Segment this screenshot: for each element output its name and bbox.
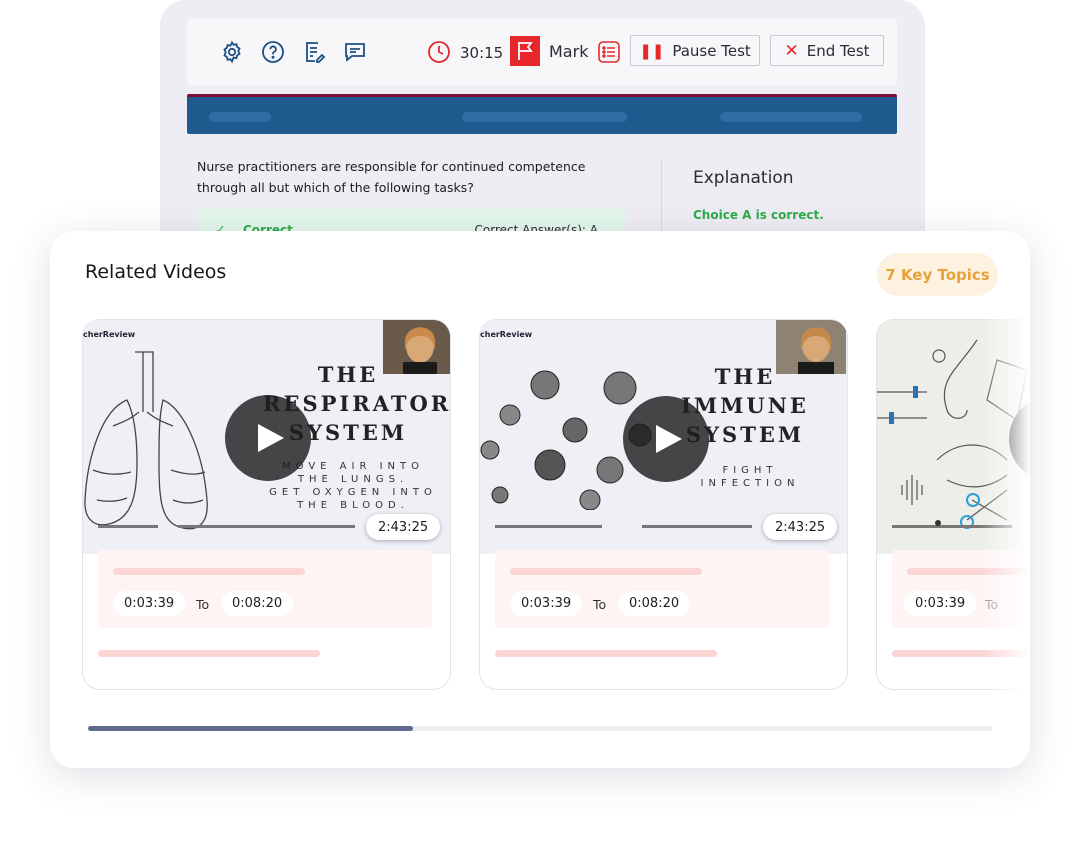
video-thumbnail[interactable]: cherReview THE IMMUNE SYSTEM FIGHT INFEC…: [480, 320, 847, 554]
end-test-button[interactable]: ✕ End Test: [770, 35, 884, 66]
segment-end[interactable]: 0:08:20: [618, 591, 691, 616]
segment-to-label: To: [196, 597, 210, 612]
pause-icon: ❚❚: [639, 41, 665, 60]
explanation-title: Explanation: [693, 168, 794, 188]
nav-pill: [209, 112, 271, 122]
progress-track[interactable]: [495, 525, 602, 528]
clock-icon: [427, 40, 451, 64]
segment-start[interactable]: 0:03:39: [510, 591, 583, 616]
segment-label-placeholder: [113, 568, 305, 575]
close-icon: ✕: [784, 40, 799, 61]
segment-start[interactable]: 0:03:39: [113, 591, 186, 616]
caption-placeholder: [495, 650, 717, 657]
segment-to-label: To: [593, 597, 607, 612]
progress-track[interactable]: [178, 525, 355, 528]
video-card[interactable]: cherReview THE RESPIRATORY SYSTEM MOVE A…: [82, 319, 451, 690]
video-duration: 2:43:25: [763, 514, 838, 540]
pause-test-button[interactable]: ❚❚ Pause Test: [630, 35, 760, 66]
nav-pill: [720, 112, 862, 122]
nav-pill: [462, 112, 627, 122]
segment-range: 0:03:39 To 0:08:20: [495, 550, 829, 628]
progress-track[interactable]: [642, 525, 752, 528]
play-button[interactable]: [225, 395, 311, 481]
brand-logo: cherReview: [480, 330, 533, 339]
segment-start[interactable]: 0:03:39: [904, 591, 977, 616]
related-videos-panel: Related Videos 7 Key Topics cherReview T…: [50, 231, 1030, 768]
timer: 30:15: [460, 44, 504, 62]
edge-fade: [980, 311, 1030, 711]
segment-end[interactable]: 0:08:20: [221, 591, 294, 616]
caption-placeholder: [98, 650, 320, 657]
list-icon[interactable]: [597, 40, 621, 64]
play-button[interactable]: [623, 396, 709, 482]
mark-flag-button[interactable]: [510, 36, 540, 66]
segment-range: 0:03:39 To 0:08:20: [98, 550, 432, 628]
video-duration: 2:43:25: [366, 514, 441, 540]
brand-logo: cherReview: [83, 330, 136, 339]
question-text: Nurse practitioners are responsible for …: [197, 159, 586, 195]
carousel-scrollbar-thumb[interactable]: [88, 726, 413, 731]
progress-track[interactable]: [98, 525, 158, 528]
test-toolbar: 30:15 Mark ❚❚ Pause Test ✕ End Test: [187, 18, 897, 86]
help-icon[interactable]: [261, 40, 285, 64]
explanation-summary: Choice A is correct.: [693, 208, 824, 222]
progress-handle[interactable]: [935, 520, 941, 526]
question-nav-bar: [187, 94, 897, 134]
gear-icon[interactable]: [220, 40, 244, 64]
video-thumbnail[interactable]: cherReview THE RESPIRATORY SYSTEM MOVE A…: [83, 320, 450, 554]
key-topics-button[interactable]: 7 Key Topics: [877, 253, 998, 296]
related-videos-title: Related Videos: [85, 261, 227, 283]
segment-label-placeholder: [510, 568, 702, 575]
end-label: End Test: [806, 41, 870, 60]
video-card[interactable]: cherReview THE IMMUNE SYSTEM FIGHT INFEC…: [479, 319, 848, 690]
chat-icon[interactable]: [343, 40, 367, 64]
notes-icon[interactable]: [302, 40, 326, 64]
pause-label: Pause Test: [672, 41, 751, 60]
mark-label[interactable]: Mark: [549, 42, 588, 61]
lungs-illustration: [84, 351, 208, 530]
